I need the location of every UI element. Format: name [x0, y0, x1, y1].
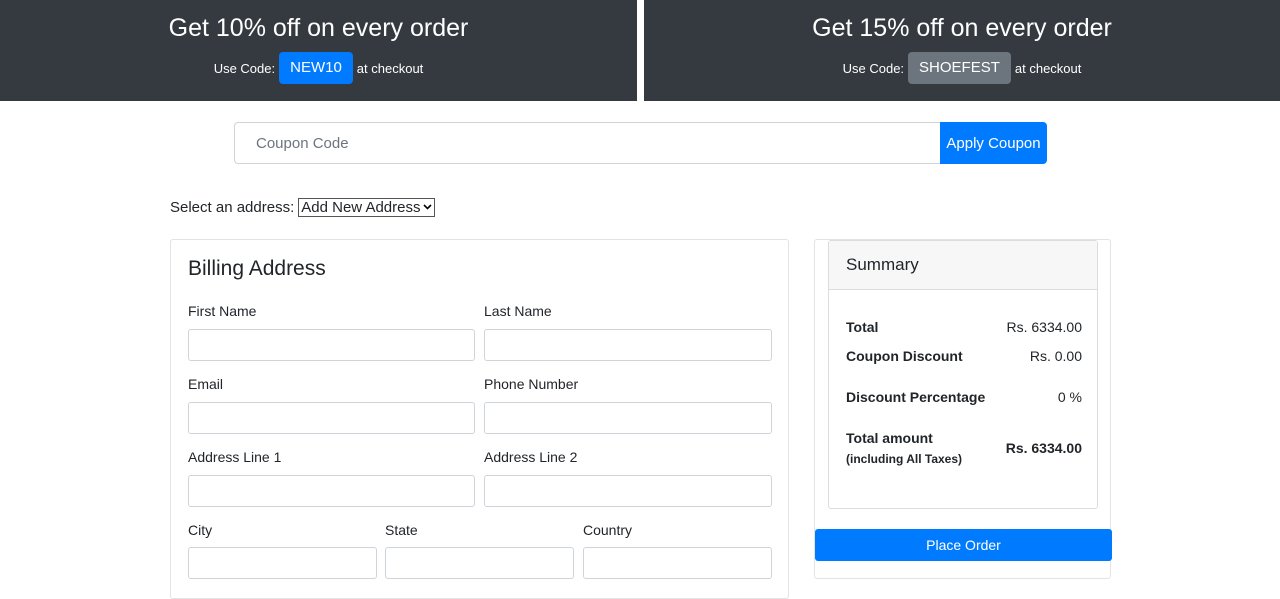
- state-label: State: [385, 522, 418, 538]
- total-amount-label-group: Total amount (including All Taxes): [846, 430, 962, 466]
- discount-percentage-label: Discount Percentage: [846, 389, 986, 405]
- first-name-field[interactable]: [188, 329, 475, 361]
- place-order-button[interactable]: Place Order: [815, 529, 1112, 561]
- summary-panel: Summary Total Rs. 6334.00 Coupon Discoun…: [814, 239, 1112, 579]
- promo-code-button[interactable]: NEW10: [279, 52, 353, 84]
- summary-total-row: Total Rs. 6334.00: [846, 319, 1082, 335]
- checkout-suffix: at checkout: [356, 60, 424, 76]
- address-line2-field[interactable]: [484, 475, 772, 507]
- coupon-discount-label: Coupon Discount: [846, 348, 963, 364]
- country-label: Country: [583, 522, 633, 538]
- state-field[interactable]: [385, 547, 574, 579]
- address-line1-label: Address Line 1: [188, 449, 282, 465]
- billing-address-card: Billing Address First Name Last Name Ema…: [170, 239, 789, 599]
- coupon-form: Apply Coupon: [234, 122, 1047, 164]
- summary-discount-row: Coupon Discount Rs. 0.00: [846, 348, 1082, 364]
- city-field[interactable]: [188, 547, 377, 579]
- total-amount-subtext: (including All Taxes): [846, 452, 963, 466]
- total-value: Rs. 6334.00: [1006, 319, 1083, 335]
- city-label: City: [188, 522, 213, 538]
- promo-code-line: Use Code: NEW10 at checkout: [0, 52, 637, 84]
- total-amount-label: Total amount: [846, 430, 933, 446]
- phone-label: Phone Number: [484, 376, 579, 392]
- promo-headline: Get 10% off on every order: [168, 14, 469, 42]
- first-name-label: First Name: [188, 303, 257, 319]
- summary-title: Summary: [829, 241, 1097, 290]
- summary-amount-row: Total amount (including All Taxes) Rs. 6…: [846, 430, 1082, 466]
- address-line2-label: Address Line 2: [484, 449, 578, 465]
- email-field[interactable]: [188, 402, 475, 434]
- address-select-dropdown[interactable]: Add New Address: [298, 198, 436, 217]
- address-select-value: Add New Address: [301, 199, 421, 216]
- promo-headline: Get 15% off on every order: [812, 14, 1112, 42]
- use-code-label: Use Code:: [213, 60, 276, 76]
- checkout-suffix: at checkout: [1014, 60, 1082, 76]
- summary-percentage-row: Discount Percentage 0 %: [846, 389, 1082, 405]
- promo-banner-new10: Get 10% off on every order Use Code: NEW…: [0, 0, 637, 101]
- promo-banner-shoefest: Get 15% off on every order Use Code: SHO…: [644, 0, 1280, 101]
- phone-field[interactable]: [484, 402, 772, 434]
- apply-coupon-button[interactable]: Apply Coupon: [940, 122, 1047, 164]
- total-label: Total: [846, 319, 879, 335]
- address-line1-field[interactable]: [188, 475, 475, 507]
- promo-banners: Get 10% off on every order Use Code: NEW…: [0, 0, 1280, 101]
- last-name-field[interactable]: [484, 329, 772, 361]
- country-field[interactable]: [583, 547, 772, 579]
- billing-title: Billing Address: [188, 257, 326, 280]
- address-select-row: Select an address: Add New Address: [170, 198, 436, 217]
- email-label: Email: [188, 376, 224, 392]
- last-name-label: Last Name: [484, 303, 552, 319]
- use-code-label: Use Code:: [842, 60, 905, 76]
- coupon-discount-value: Rs. 0.00: [1029, 348, 1082, 364]
- total-amount-value: Rs. 6334.00: [1005, 440, 1082, 456]
- summary-card: Summary Total Rs. 6334.00 Coupon Discoun…: [828, 240, 1098, 509]
- chevron-down-icon: [423, 202, 433, 213]
- promo-code-button[interactable]: SHOEFEST: [908, 52, 1011, 84]
- discount-percentage-value: 0 %: [1057, 389, 1082, 405]
- promo-code-line: Use Code: SHOEFEST at checkout: [644, 52, 1280, 84]
- coupon-code-input[interactable]: [234, 122, 940, 164]
- address-select-label: Select an address:: [170, 199, 295, 216]
